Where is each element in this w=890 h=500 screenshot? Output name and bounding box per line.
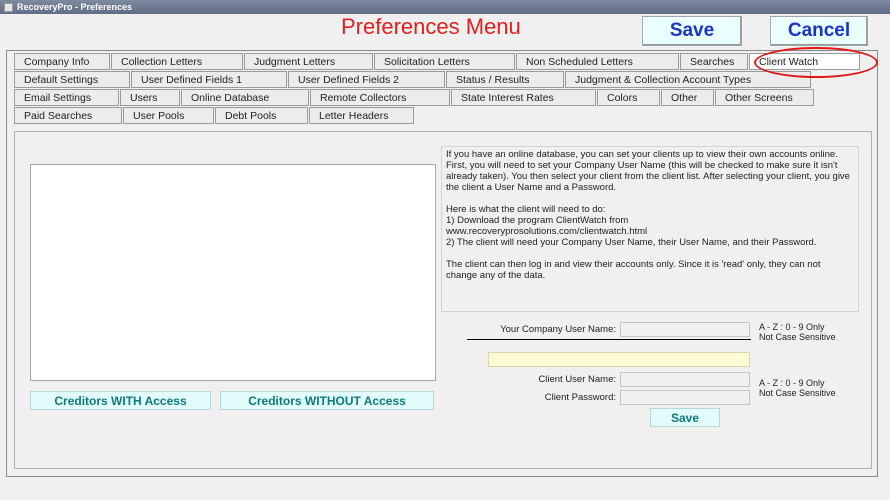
window-title: RecoveryPro - Preferences — [17, 2, 133, 12]
hint-line: Not Case Sensitive — [759, 388, 836, 398]
company-user-name-input[interactable] — [620, 322, 750, 337]
instructions-paragraph-1: If you have an online database, you can … — [446, 149, 850, 193]
tab-other-screens[interactable]: Other Screens — [715, 89, 814, 106]
tab-solicitation-letters[interactable]: Solicitation Letters — [374, 53, 515, 70]
app-icon — [4, 2, 13, 12]
cancel-button[interactable]: Cancel — [770, 16, 868, 46]
client-credentials-hint: A - Z : 0 - 9 Only Not Case Sensitive — [759, 378, 836, 398]
tab-paid-searches[interactable]: Paid Searches — [14, 107, 122, 124]
hint-line: A - Z : 0 - 9 Only — [759, 322, 825, 332]
tab-email-settings[interactable]: Email Settings — [14, 89, 119, 106]
tab-letter-headers[interactable]: Letter Headers — [309, 107, 414, 124]
tab-remote-collectors[interactable]: Remote Collectors — [310, 89, 450, 106]
creditors-without-access-button[interactable]: Creditors WITHOUT Access — [220, 391, 434, 410]
client-password-label: Client Password: — [544, 392, 616, 403]
tab-row-3: Email Settings Users Online Database Rem… — [14, 89, 815, 107]
tab-user-defined-fields-2[interactable]: User Defined Fields 2 — [288, 71, 445, 88]
tab-online-database[interactable]: Online Database — [181, 89, 309, 106]
tab-user-defined-fields-1[interactable]: User Defined Fields 1 — [131, 71, 287, 88]
tab-default-settings[interactable]: Default Settings — [14, 71, 130, 88]
client-user-name-input[interactable] — [620, 372, 750, 387]
creditors-with-access-button[interactable]: Creditors WITH Access — [30, 391, 211, 410]
tab-non-scheduled-letters[interactable]: Non Scheduled Letters — [516, 53, 679, 70]
tab-status-results[interactable]: Status / Results — [446, 71, 564, 88]
tab-client-watch[interactable]: Client Watch — [749, 53, 860, 70]
tab-colors[interactable]: Colors — [597, 89, 660, 106]
tab-row-4: Paid Searches User Pools Debt Pools Lett… — [14, 107, 415, 125]
client-list-box[interactable] — [30, 164, 436, 381]
company-user-name-label: Your Company User Name: — [500, 324, 616, 335]
tab-state-interest-rates[interactable]: State Interest Rates — [451, 89, 596, 106]
divider-line — [467, 339, 751, 340]
tab-judgment-collection-account-types[interactable]: Judgment & Collection Account Types — [565, 71, 811, 88]
hint-line: A - Z : 0 - 9 Only — [759, 378, 825, 388]
client-watch-save-button[interactable]: Save — [650, 408, 720, 427]
instructions-line: Here is what the client will need to do: — [446, 204, 606, 215]
client-watch-instructions: If you have an online database, you can … — [441, 146, 859, 312]
tab-searches[interactable]: Searches — [680, 53, 748, 70]
instructions-paragraph-2: Here is what the client will need to do:… — [446, 204, 854, 248]
tab-row-1: Company Info Collection Letters Judgment… — [14, 53, 861, 71]
tab-debt-pools[interactable]: Debt Pools — [215, 107, 308, 124]
selected-client-field[interactable] — [488, 352, 750, 367]
page-title: Preferences Menu — [341, 14, 521, 39]
tab-company-info[interactable]: Company Info — [14, 53, 110, 70]
tab-users[interactable]: Users — [120, 89, 180, 106]
tab-judgment-letters[interactable]: Judgment Letters — [244, 53, 373, 70]
clientwatch-url: www.recoveryprosolutions.com/clientwatch… — [446, 226, 648, 237]
company-user-name-hint: A - Z : 0 - 9 Only Not Case Sensitive — [759, 322, 836, 342]
client-user-name-label: Client User Name: — [538, 374, 616, 385]
client-password-input[interactable] — [620, 390, 750, 405]
tab-other[interactable]: Other — [661, 89, 714, 106]
instructions-line: 1) Download the program ClientWatch from — [446, 215, 629, 226]
hint-line: Not Case Sensitive — [759, 332, 836, 342]
instructions-line: 2) The client will need your Company Use… — [446, 237, 817, 248]
tab-collection-letters[interactable]: Collection Letters — [111, 53, 243, 70]
window-titlebar: RecoveryPro - Preferences — [0, 0, 890, 14]
tab-user-pools[interactable]: User Pools — [123, 107, 214, 124]
tab-row-2: Default Settings User Defined Fields 1 U… — [14, 71, 812, 89]
instructions-paragraph-3: The client can then log in and view thei… — [446, 259, 821, 281]
save-button[interactable]: Save — [642, 16, 742, 46]
